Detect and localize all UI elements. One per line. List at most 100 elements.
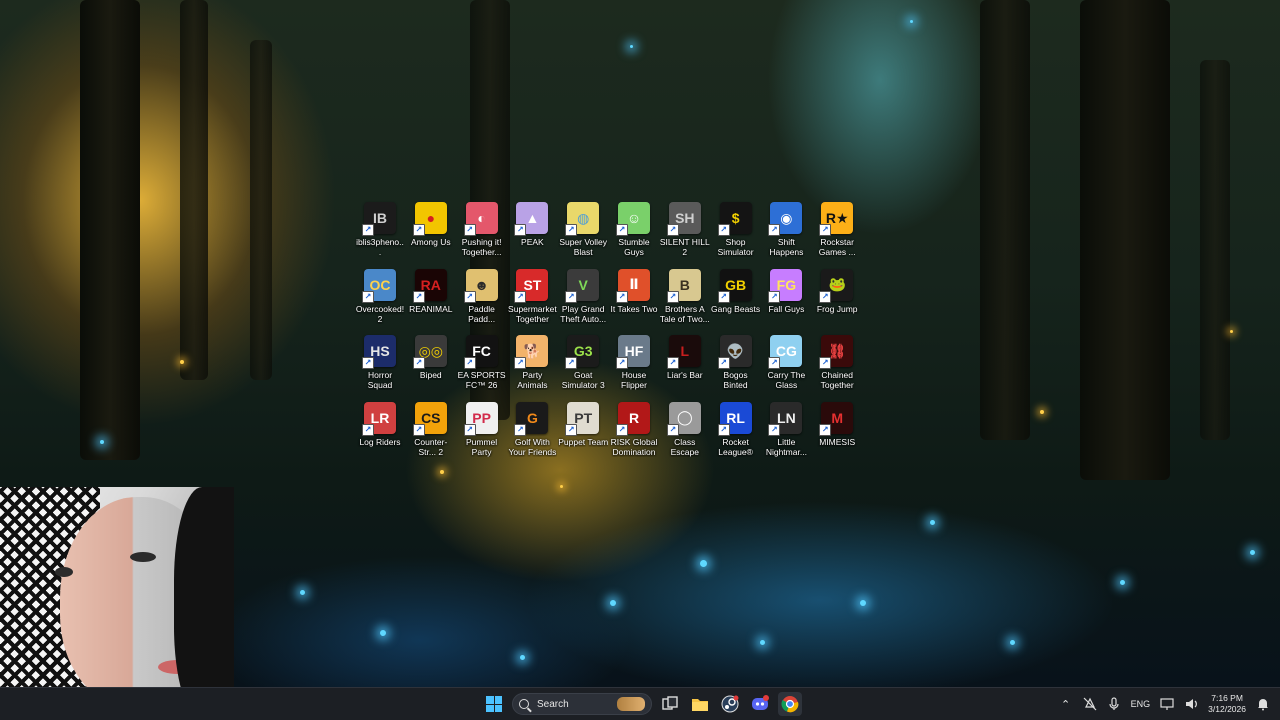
- shortcut-arrow-icon: ↗: [362, 423, 374, 436]
- steam-button[interactable]: [718, 692, 742, 716]
- log-riders-icon: LR ↗: [362, 401, 396, 436]
- goat-simulator-3-icon: G3 ↗: [565, 335, 600, 370]
- task-view-button[interactable]: [658, 692, 682, 716]
- carry-the-glass-icon: CG ↗: [768, 335, 803, 370]
- goat-simulator-3-shortcut[interactable]: G3 ↗ Goat Simulator 3: [558, 335, 608, 390]
- icon-label: Pummel Party: [466, 436, 498, 457]
- icon-label: Fall Guys: [768, 303, 805, 314]
- gang-beasts-shortcut[interactable]: GB ↗ Gang Beasts: [711, 268, 761, 314]
- it-takes-two-icon: Ⅱ ↗: [616, 268, 650, 303]
- horror-squad-icon: HS ↗: [362, 335, 396, 370]
- liars-bar-shortcut[interactable]: L ↗ Liar's Bar: [660, 335, 710, 380]
- stumble-guys-shortcut[interactable]: ☺ ↗ Stumble Guys: [609, 202, 659, 257]
- shortcut-arrow-icon: ↗: [565, 290, 578, 303]
- pummel-party-shortcut[interactable]: PP ↗ Pummel Party: [457, 401, 507, 457]
- iblis3phenomenon-icon: IB ↗: [362, 202, 396, 236]
- shortcut-arrow-icon: ↗: [616, 357, 628, 370]
- chained-together-shortcut[interactable]: ⛓ ↗ Chained Together: [812, 335, 862, 390]
- shortcut-arrow-icon: ↗: [819, 290, 832, 303]
- super-volley-blast-shortcut[interactable]: ◍ ↗ Super Volley Blast: [558, 202, 608, 257]
- log-riders-shortcut[interactable]: LR ↗ Log Riders: [355, 401, 405, 447]
- shortcut-arrow-icon: ↗: [666, 290, 679, 303]
- pushing-it-together-shortcut[interactable]: ◐ ↗ Pushing it! Together...: [457, 202, 507, 257]
- rocket-league-shortcut[interactable]: RL ↗ Rocket League®: [711, 401, 761, 457]
- icon-label: Frog Jump: [816, 303, 858, 314]
- volume-icon[interactable]: [1184, 697, 1198, 711]
- chevron-up-icon[interactable]: ⌃: [1059, 697, 1073, 711]
- microphone-icon[interactable]: [1107, 697, 1121, 711]
- mimesis-shortcut[interactable]: M ↗ MIMESIS: [812, 401, 862, 447]
- paddle-paddle-icon: ☻ ↗: [463, 268, 498, 303]
- it-takes-two-shortcut[interactable]: Ⅱ ↗ It Takes Two: [609, 268, 659, 314]
- icon-label: Goat Simulator 3: [561, 370, 605, 391]
- rocket-league-icon: RL ↗: [717, 401, 752, 436]
- class-escape-shortcut[interactable]: ◯ ↗ Class Escape: [660, 401, 710, 457]
- shortcut-arrow-icon: ↗: [819, 224, 832, 236]
- file-explorer-button[interactable]: [688, 692, 712, 716]
- peak-shortcut[interactable]: ▲ ↗ PEAK: [507, 202, 557, 247]
- icon-label: Shop Simulator: [717, 237, 754, 257]
- shortcut-arrow-icon: ↗: [565, 423, 578, 436]
- paddle-paddle-shortcut[interactable]: ☻ ↗ Paddle Padd...: [457, 268, 507, 324]
- notification-center-icon[interactable]: [1256, 697, 1270, 711]
- little-nightmares-shortcut[interactable]: LN ↗ Little Nightmar...: [761, 401, 811, 457]
- play-gta-shortcut[interactable]: V ↗ Play Grand Theft Auto...: [558, 268, 608, 324]
- shortcut-arrow-icon: ↗: [616, 290, 628, 303]
- supermarket-together-shortcut[interactable]: ST ↗ Supermarket Together: [507, 268, 557, 324]
- shortcut-arrow-icon: ↗: [666, 224, 679, 236]
- horror-squad-shortcut[interactable]: HS ↗ Horror Squad: [355, 335, 405, 390]
- shortcut-arrow-icon: ↗: [362, 290, 374, 303]
- bogos-binted-shortcut[interactable]: 👽 ↗ Bogos Binted: [711, 335, 761, 390]
- chrome-button[interactable]: [778, 692, 802, 716]
- shortcut-arrow-icon: ↗: [768, 224, 781, 236]
- notifications-muted-icon[interactable]: [1083, 697, 1097, 711]
- counter-strike-2-shortcut[interactable]: CS ↗ Counter-Str... 2: [406, 401, 456, 457]
- reanimal-shortcut[interactable]: RA ↗ REANIMAL: [406, 268, 456, 314]
- shortcut-arrow-icon: ↗: [412, 423, 425, 436]
- icon-label: Overcooked! 2: [355, 303, 405, 324]
- biped-shortcut[interactable]: ◎◎ ↗ Biped: [406, 335, 456, 380]
- start-button[interactable]: [482, 692, 506, 716]
- network-icon[interactable]: [1160, 697, 1174, 711]
- taskbar-clock[interactable]: 7:16 PM 3/12/2026: [1208, 693, 1246, 715]
- counter-strike-2-icon: CS ↗: [412, 401, 447, 436]
- clock-date: 3/12/2026: [1208, 704, 1246, 714]
- among-us-shortcut[interactable]: ● ↗ Among Us: [406, 202, 456, 247]
- shortcut-arrow-icon: ↗: [768, 290, 781, 303]
- party-animals-shortcut[interactable]: 🐕 ↗ Party Animals: [507, 335, 557, 390]
- rockstar-games-shortcut[interactable]: R★ ↗ Rockstar Games ...: [812, 202, 862, 257]
- icon-label: REANIMAL: [409, 303, 453, 314]
- rockstar-games-icon: R★ ↗: [819, 202, 854, 236]
- ea-sports-fc-26-shortcut[interactable]: FC ↗ EA SPORTS FC™ 26: [457, 335, 507, 390]
- discord-button[interactable]: [748, 692, 772, 716]
- shift-happens-shortcut[interactable]: ◉ ↗ Shift Happens: [761, 202, 811, 257]
- shortcut-arrow-icon: ↗: [463, 224, 476, 236]
- golf-with-your-friends-shortcut[interactable]: G ↗ Golf With Your Friends: [507, 401, 557, 457]
- overcooked-2-icon: OC ↗: [362, 268, 396, 303]
- pummel-party-icon: PP ↗: [463, 401, 498, 436]
- overcooked-2-shortcut[interactable]: OC ↗ Overcooked! 2: [355, 268, 405, 324]
- icon-label: Pushing it! Together...: [461, 237, 502, 257]
- icon-label: Rocket League®: [718, 436, 753, 457]
- carry-the-glass-shortcut[interactable]: CG ↗ Carry The Glass: [761, 335, 811, 390]
- puppet-team-shortcut[interactable]: PT ↗ Puppet Team: [558, 401, 608, 447]
- search-icon: [519, 699, 529, 709]
- fall-guys-shortcut[interactable]: FG ↗ Fall Guys: [761, 268, 811, 314]
- ea-sports-fc-26-icon: FC ↗: [463, 335, 498, 370]
- frog-jump-icon: 🐸 ↗: [819, 268, 854, 303]
- shop-simulator-shortcut[interactable]: $ ↗ Shop Simulator: [711, 202, 761, 257]
- class-escape-icon: ◯ ↗: [666, 401, 701, 436]
- input-language-indicator[interactable]: ENG: [1131, 699, 1151, 709]
- gang-beasts-icon: GB ↗: [717, 268, 752, 303]
- mimesis-icon: M ↗: [819, 401, 854, 436]
- shortcut-arrow-icon: ↗: [514, 224, 527, 236]
- taskbar-search-box[interactable]: Search: [512, 693, 652, 715]
- little-nightmares-icon: LN ↗: [768, 401, 803, 436]
- silent-hill-2-shortcut[interactable]: SH ↗ SILENT HILL 2: [660, 202, 710, 257]
- brothers-a-tale-of-two-sons-shortcut[interactable]: B ↗ Brothers A Tale of Two...: [660, 268, 710, 324]
- house-flipper-shortcut[interactable]: HF ↗ House Flipper: [609, 335, 659, 390]
- risk-global-domination-shortcut[interactable]: R ↗ RISK Global Domination: [609, 401, 659, 457]
- iblis3phenomenon-shortcut[interactable]: IB ↗ iblis3pheno...: [355, 202, 405, 257]
- frog-jump-shortcut[interactable]: 🐸 ↗ Frog Jump: [812, 268, 862, 314]
- shortcut-arrow-icon: ↗: [362, 357, 374, 370]
